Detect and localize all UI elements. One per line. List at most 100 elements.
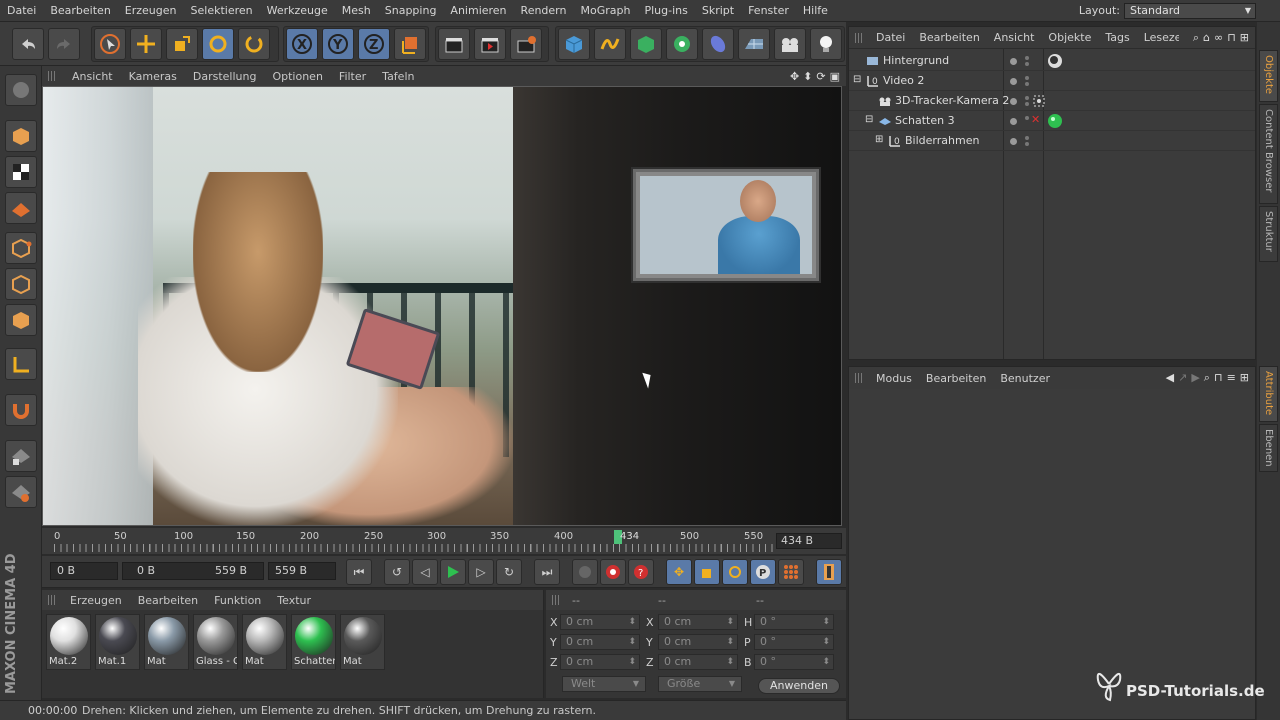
polygons-mode-button[interactable] bbox=[5, 304, 37, 336]
attribute-menu-benutzer[interactable]: Benutzer bbox=[993, 372, 1057, 385]
grip-icon[interactable] bbox=[855, 373, 863, 383]
object-row-tracker-kamera[interactable]: 3D-Tracker-Kamera 2 bbox=[849, 91, 1255, 111]
attribute-menu-bearbeiten[interactable]: Bearbeiten bbox=[919, 372, 993, 385]
render-dot[interactable] bbox=[1025, 76, 1029, 80]
planar-workplane-button[interactable] bbox=[5, 476, 37, 508]
dolly-icon[interactable]: ⬍ bbox=[803, 70, 812, 83]
home-icon[interactable]: ⌂ bbox=[1203, 31, 1210, 45]
redo-button[interactable] bbox=[48, 28, 80, 60]
light-button[interactable] bbox=[810, 28, 842, 60]
undo-button[interactable] bbox=[12, 28, 44, 60]
close-icon[interactable]: ✕ bbox=[1031, 113, 1040, 126]
material-tag-icon[interactable] bbox=[1047, 53, 1063, 69]
recent-tool-button[interactable] bbox=[238, 28, 270, 60]
menu-skript[interactable]: Skript bbox=[695, 4, 741, 17]
coordinate-field[interactable]: 0 ° ⬍ bbox=[754, 614, 834, 630]
picture-frame[interactable] bbox=[633, 169, 819, 281]
object-menu-tags[interactable]: Tags bbox=[1098, 31, 1136, 44]
maximize-icon[interactable]: ▣ bbox=[830, 70, 840, 83]
preview-range-slider[interactable]: 0 B 559 B bbox=[122, 562, 264, 580]
coordinate-field[interactable]: 0 cm ⬍ bbox=[560, 634, 640, 650]
object-menu-datei[interactable]: Datei bbox=[869, 31, 912, 44]
axis-mode-button[interactable] bbox=[5, 348, 37, 380]
points-mode-button[interactable] bbox=[5, 232, 37, 264]
menu-plugins[interactable]: Plug-ins bbox=[637, 4, 694, 17]
layout-select[interactable]: Standard ▼ bbox=[1124, 2, 1256, 19]
keyframe-selection-button[interactable]: ? bbox=[628, 559, 654, 585]
spinner-icon[interactable]: ⬍ bbox=[822, 655, 830, 669]
object-menu-objekte[interactable]: Objekte bbox=[1041, 31, 1098, 44]
menu-werkzeuge[interactable]: Werkzeuge bbox=[260, 4, 335, 17]
material-swatch[interactable]: Schatten bbox=[291, 614, 336, 670]
material-tag-icon[interactable] bbox=[1047, 113, 1063, 129]
material-menu-funktion[interactable]: Funktion bbox=[206, 594, 269, 607]
coordinate-field[interactable]: 0 cm ⬍ bbox=[658, 634, 738, 650]
menu-hilfe[interactable]: Hilfe bbox=[796, 4, 835, 17]
select-tool-button[interactable] bbox=[94, 28, 126, 60]
coordinate-field[interactable]: 0 cm ⬍ bbox=[560, 654, 640, 670]
spline-button[interactable] bbox=[594, 28, 626, 60]
previous-frame-button[interactable]: ◁ bbox=[412, 559, 438, 585]
material-swatch[interactable]: Glass - C bbox=[193, 614, 238, 670]
lock-workplane-button[interactable] bbox=[5, 440, 37, 472]
settings-icon[interactable]: ≡ bbox=[1227, 371, 1236, 385]
rotate-tool-button[interactable] bbox=[202, 28, 234, 60]
coordinate-field[interactable]: 0 ° ⬍ bbox=[754, 634, 834, 650]
collapse-icon[interactable]: ⊟ bbox=[853, 74, 861, 85]
menu-animieren[interactable]: Animieren bbox=[443, 4, 513, 17]
tab-objekte[interactable]: Objekte bbox=[1259, 50, 1278, 102]
link-icon[interactable]: ∞ bbox=[1214, 31, 1223, 45]
grip-icon[interactable] bbox=[48, 71, 56, 81]
end-frame-field[interactable]: 559 B bbox=[268, 562, 336, 580]
go-to-start-button[interactable]: ⏮ bbox=[346, 559, 372, 585]
play-button[interactable] bbox=[440, 559, 466, 585]
spinner-icon[interactable]: ⬍ bbox=[726, 635, 734, 649]
material-swatch[interactable]: Mat bbox=[242, 614, 287, 670]
render-picture-viewer-button[interactable] bbox=[474, 28, 506, 60]
edges-mode-button[interactable] bbox=[5, 268, 37, 300]
material-swatch[interactable]: Mat.1 bbox=[95, 614, 140, 670]
apply-button[interactable]: Anwenden bbox=[758, 678, 840, 694]
timeline[interactable]: 0 50 100 150 200 250 300 350 400 500 550… bbox=[42, 528, 846, 554]
viewport-menu-filter[interactable]: Filter bbox=[331, 70, 374, 83]
material-swatch[interactable]: Mat bbox=[144, 614, 189, 670]
editor-dot[interactable] bbox=[1025, 62, 1029, 66]
scene-button[interactable] bbox=[738, 28, 770, 60]
visibility-dot[interactable] bbox=[1010, 98, 1017, 105]
timeline-window-button[interactable] bbox=[816, 559, 842, 585]
object-menu-bearbeiten[interactable]: Bearbeiten bbox=[912, 31, 986, 44]
search-icon[interactable]: ⌕ bbox=[1193, 31, 1199, 45]
3d-viewport[interactable] bbox=[42, 86, 842, 526]
y-axis-button[interactable]: Y bbox=[322, 28, 354, 60]
material-menu-textur[interactable]: Textur bbox=[269, 594, 319, 607]
key-scale-button[interactable] bbox=[694, 559, 720, 585]
new-window-icon[interactable]: ⊞ bbox=[1240, 371, 1249, 385]
pan-icon[interactable]: ✥ bbox=[790, 70, 799, 83]
viewport-menu-kameras[interactable]: Kameras bbox=[121, 70, 185, 83]
render-settings-button[interactable] bbox=[510, 28, 542, 60]
menu-snapping[interactable]: Snapping bbox=[378, 4, 444, 17]
visibility-dot[interactable] bbox=[1010, 138, 1017, 145]
current-frame-field[interactable]: 434 B bbox=[776, 533, 842, 549]
material-swatch[interactable]: Mat bbox=[340, 614, 385, 670]
spinner-icon[interactable]: ⬍ bbox=[822, 635, 830, 649]
start-frame-field[interactable]: 0 B bbox=[50, 562, 118, 580]
key-rotation-button[interactable] bbox=[722, 559, 748, 585]
menu-fenster[interactable]: Fenster bbox=[741, 4, 796, 17]
model-mode-button[interactable] bbox=[5, 120, 37, 152]
motion-tracker-tag-icon[interactable] bbox=[1033, 95, 1045, 107]
new-window-icon[interactable]: ⊞ bbox=[1240, 31, 1249, 45]
coordinate-field[interactable]: 0 cm ⬍ bbox=[560, 614, 640, 630]
spinner-icon[interactable]: ⬍ bbox=[822, 615, 830, 629]
cube-button[interactable] bbox=[558, 28, 590, 60]
attribute-menu-modus[interactable]: Modus bbox=[869, 372, 919, 385]
coordinate-field[interactable]: 0 cm ⬍ bbox=[658, 654, 738, 670]
editor-dot[interactable] bbox=[1025, 82, 1029, 86]
coordinate-field[interactable]: 0 cm ⬍ bbox=[658, 614, 738, 630]
object-row-hintergrund[interactable]: Hintergrund bbox=[849, 51, 1255, 71]
tab-attribute[interactable]: Attribute bbox=[1259, 366, 1278, 422]
snap-button[interactable] bbox=[5, 394, 37, 426]
previous-key-button[interactable]: ↺ bbox=[384, 559, 410, 585]
x-axis-button[interactable]: X bbox=[286, 28, 318, 60]
coordinate-system-button[interactable] bbox=[394, 28, 426, 60]
